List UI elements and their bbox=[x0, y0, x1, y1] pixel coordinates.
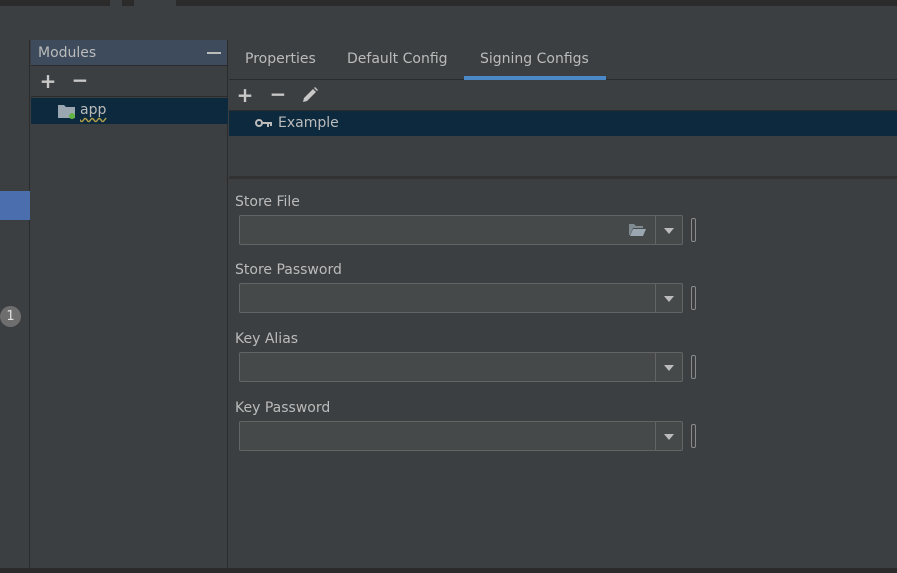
tab-signing-configs[interactable]: Signing Configs bbox=[480, 51, 589, 67]
module-item-label: app bbox=[80, 102, 107, 118]
bottom-edge bbox=[0, 568, 897, 573]
modules-toolbar: + − bbox=[31, 66, 227, 97]
key-icon bbox=[255, 119, 272, 127]
key-alias-input[interactable] bbox=[240, 353, 620, 381]
minimize-icon[interactable] bbox=[207, 45, 221, 59]
folder-open-icon[interactable] bbox=[629, 223, 646, 236]
modules-header: Modules bbox=[31, 40, 227, 66]
store-file-label: Store File bbox=[235, 194, 300, 210]
notification-badge[interactable]: 1 bbox=[0, 306, 21, 327]
signing-configs-list: Example bbox=[229, 111, 897, 179]
store-file-input[interactable] bbox=[240, 216, 620, 244]
store-password-side-button[interactable] bbox=[691, 286, 696, 310]
signing-config-form: Store File Store Password Key Alias Key … bbox=[229, 179, 897, 569]
minus-icon[interactable]: − bbox=[268, 84, 288, 104]
key-password-side-button[interactable] bbox=[691, 424, 696, 448]
signing-config-label: Example bbox=[278, 115, 339, 131]
chevron-down-icon[interactable] bbox=[655, 353, 682, 381]
key-password-input[interactable] bbox=[240, 422, 620, 450]
left-nav: 1 bbox=[0, 40, 30, 573]
plus-icon[interactable]: + bbox=[38, 71, 58, 91]
modules-title: Modules bbox=[38, 45, 97, 61]
key-password-combo[interactable] bbox=[239, 421, 683, 451]
chevron-down-icon[interactable] bbox=[655, 284, 682, 312]
chevron-down-icon[interactable] bbox=[655, 216, 682, 244]
store-password-input[interactable] bbox=[240, 284, 620, 312]
signing-configs-toolbar: + − bbox=[229, 80, 897, 111]
main-panel: Properties Default Config Signing Config… bbox=[229, 40, 897, 573]
tab-default-config[interactable]: Default Config bbox=[347, 51, 448, 67]
modules-panel: Modules + − app bbox=[31, 40, 228, 573]
store-file-combo[interactable] bbox=[239, 215, 683, 245]
key-alias-combo[interactable] bbox=[239, 352, 683, 382]
top-strip-segment bbox=[134, 0, 176, 6]
tab-bar: Properties Default Config Signing Config… bbox=[229, 40, 897, 80]
store-password-combo[interactable] bbox=[239, 283, 683, 313]
top-strip-segment bbox=[110, 0, 122, 6]
pencil-icon[interactable] bbox=[300, 85, 320, 105]
left-nav-selected-item[interactable] bbox=[0, 191, 30, 220]
module-folder-icon bbox=[58, 105, 75, 119]
module-item-app[interactable]: app bbox=[31, 98, 228, 124]
minus-icon[interactable]: − bbox=[70, 70, 90, 90]
store-file-side-button[interactable] bbox=[691, 218, 696, 242]
key-password-label: Key Password bbox=[235, 400, 331, 416]
tab-properties[interactable]: Properties bbox=[245, 51, 316, 67]
signing-config-item-example[interactable]: Example bbox=[229, 111, 897, 136]
key-alias-side-button[interactable] bbox=[691, 355, 696, 379]
key-alias-label: Key Alias bbox=[235, 331, 299, 347]
plus-icon[interactable]: + bbox=[235, 85, 255, 105]
top-strip bbox=[0, 0, 897, 6]
store-password-label: Store Password bbox=[235, 262, 342, 278]
chevron-down-icon[interactable] bbox=[655, 422, 682, 450]
